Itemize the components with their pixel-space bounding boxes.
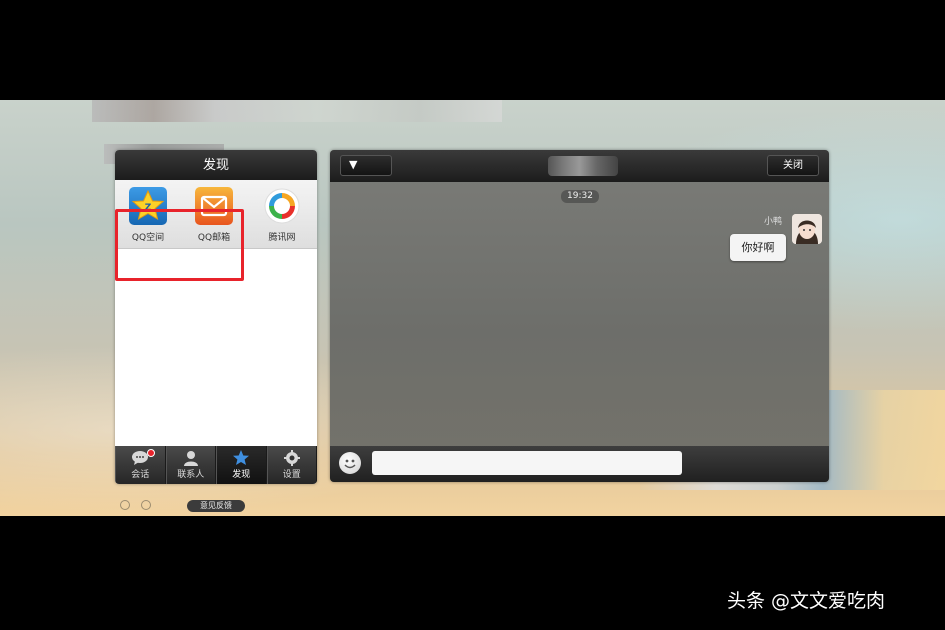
input-bar: [330, 446, 829, 482]
chat-header: ▼ 关闭: [330, 150, 829, 182]
tab-settings[interactable]: 设置: [266, 446, 317, 484]
feedback-button[interactable]: 意见反馈: [187, 500, 245, 512]
dropdown-button[interactable]: ▼: [340, 155, 392, 176]
avatar[interactable]: [792, 214, 822, 244]
tab-settings-label: 设置: [282, 470, 301, 480]
app-grid: Z QQ空间 QQ邮箱 腾讯网: [115, 180, 317, 281]
bottom-tab-bar: 会话 联系人 发现 设置: [115, 446, 317, 484]
app-tencent-news[interactable]: 腾讯网: [249, 180, 315, 248]
chat-contact-title-blurred: [548, 156, 618, 176]
message-timestamp: 19:32: [561, 190, 599, 203]
tencent-news-icon: [263, 187, 301, 225]
unread-badge: [147, 449, 155, 457]
red-highlight-box: [115, 209, 244, 281]
message-bubble: 你好啊: [730, 234, 786, 261]
blurred-top-bar: [92, 100, 502, 122]
tab-discover-label: 发现: [232, 470, 251, 480]
tab-contacts-label: 联系人: [177, 470, 205, 480]
tab-chats[interactable]: 会话: [115, 446, 166, 484]
desktop-background: 发现 Z QQ空间 QQ邮箱 腾讯网 会话 联系人 发现 设置 意见反馈 ▼ 关…: [0, 100, 945, 516]
app-label-tencent-news: 腾讯网: [268, 233, 296, 243]
forward-circle-icon[interactable]: [141, 500, 151, 510]
discover-star-icon: [233, 450, 250, 465]
contacts-icon: [183, 451, 198, 466]
emoji-button[interactable]: [339, 452, 361, 474]
close-button[interactable]: 关闭: [767, 155, 819, 176]
discover-panel: 发现 Z QQ空间 QQ邮箱 腾讯网 会话 联系人 发现 设置: [115, 150, 317, 484]
tab-chats-label: 会话: [131, 470, 150, 480]
sender-name: 小鸭: [764, 217, 783, 227]
gear-icon: [283, 450, 300, 466]
tab-contacts[interactable]: 联系人: [165, 446, 216, 484]
smiley-icon: [344, 459, 356, 469]
back-circle-icon[interactable]: [120, 500, 130, 510]
discover-title: 发现: [115, 150, 317, 180]
chat-window: ▼ 关闭 19:32 小鸭 你好啊: [330, 150, 829, 482]
message-input[interactable]: [372, 451, 682, 475]
tab-discover[interactable]: 发现: [216, 446, 267, 484]
watermark-text: 头条 @文文爱吃肉: [727, 590, 886, 612]
